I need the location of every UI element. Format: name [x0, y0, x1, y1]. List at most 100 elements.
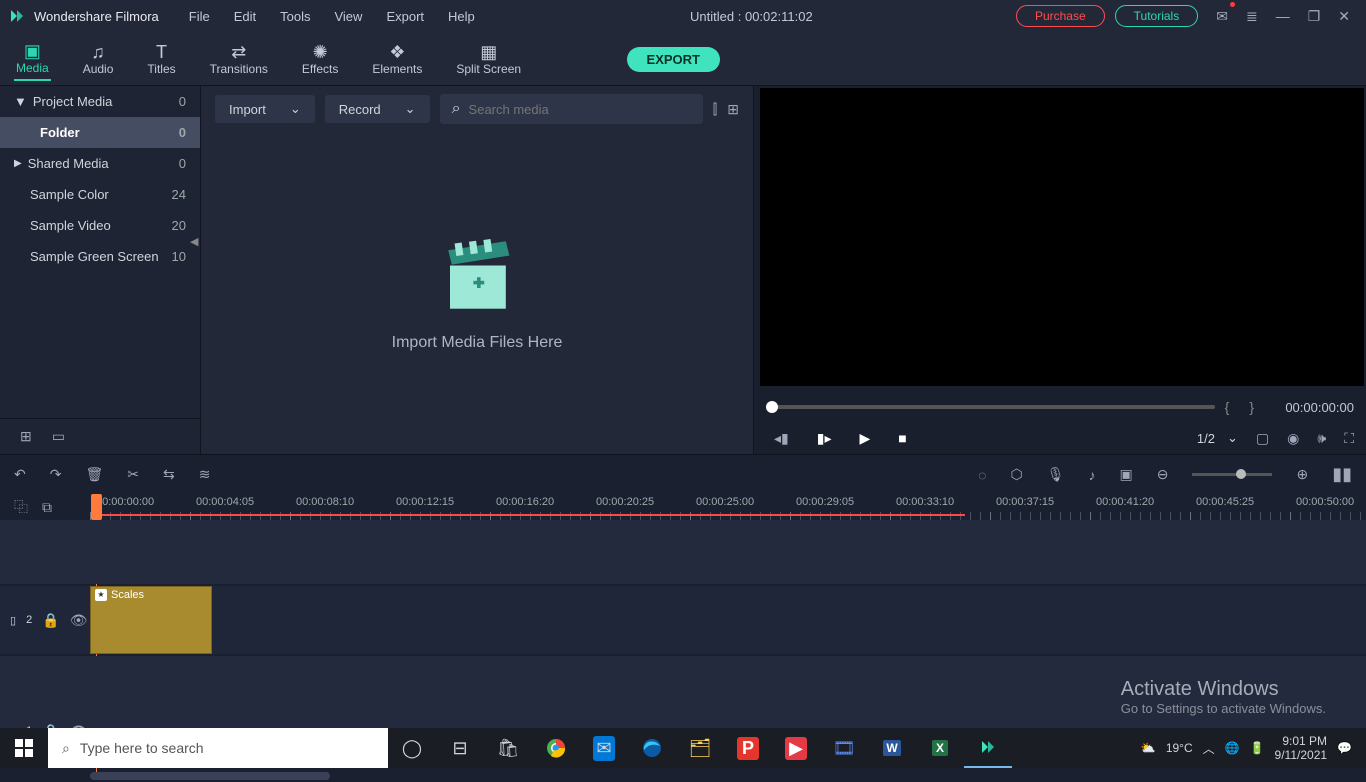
taskbar-excel-icon[interactable]: X	[916, 728, 964, 768]
taskbar-widgets-icon[interactable]: ⊟	[436, 728, 484, 768]
filter-icon[interactable]: ⫿	[713, 101, 717, 118]
export-button[interactable]: EXPORT	[627, 47, 720, 72]
video-track-2[interactable]: ▯2 🔒 👁 ★ Scales	[0, 586, 1366, 654]
split-button[interactable]: ✂	[127, 466, 139, 483]
close-button[interactable]: ✕	[1330, 4, 1358, 29]
crop-icon[interactable]: ▣	[1119, 466, 1132, 483]
fullscreen-icon[interactable]: ⛶	[1344, 430, 1354, 447]
sidebar-item-project-media[interactable]: ▼Project Media0	[0, 86, 200, 117]
notifications-icon[interactable]: 💬	[1337, 741, 1352, 755]
windows-taskbar: ⌕ Type here to search ◯ ⊟ 🛍 ✉ 🗂 P ▶ 🎞 W …	[0, 728, 1366, 768]
preview-scrubber[interactable]	[766, 405, 1215, 409]
zoom-in-icon[interactable]: ⊕	[1296, 466, 1308, 483]
sidebar-item-shared-media[interactable]: ▶Shared Media0	[0, 148, 200, 179]
tab-elements[interactable]: ❖Elements	[370, 39, 424, 80]
network-icon[interactable]: 🌐	[1225, 741, 1240, 755]
taskbar-search[interactable]: ⌕ Type here to search	[48, 728, 388, 768]
sidebar-item-sample-video[interactable]: Sample Video20	[0, 210, 200, 241]
tutorials-button[interactable]: Tutorials	[1115, 5, 1199, 27]
menu-tools[interactable]: Tools	[268, 5, 322, 28]
taskbar-app-p-icon[interactable]: P	[724, 728, 772, 768]
tab-effects[interactable]: ✺Effects	[300, 39, 340, 80]
search-media-field[interactable]: ⌕	[440, 94, 703, 124]
tab-titles[interactable]: TTitles	[145, 39, 177, 80]
weather-temp[interactable]: 19°C	[1166, 741, 1193, 755]
voiceover-icon[interactable]: 🎙	[1047, 466, 1065, 483]
maximize-button[interactable]: ❐	[1300, 4, 1329, 29]
tray-chevron-icon[interactable]: ︿	[1203, 740, 1215, 757]
marker-icon[interactable]: ⬡	[1010, 466, 1022, 483]
minimize-button[interactable]: —	[1268, 4, 1298, 29]
list-icon[interactable]: ≣	[1238, 4, 1266, 29]
media-drop-zone[interactable]: Import Media Files Here	[201, 132, 753, 454]
sidebar-item-folder[interactable]: Folder0	[0, 117, 200, 148]
track-options-icon[interactable]: ⿻	[14, 497, 28, 517]
timeline-settings-icon[interactable]: ▮▮	[1332, 464, 1352, 485]
app-logo	[8, 7, 26, 25]
sidebar-item-sample-color[interactable]: Sample Color24	[0, 179, 200, 210]
zoom-slider[interactable]	[1192, 473, 1272, 476]
messages-icon[interactable]: ✉	[1208, 4, 1236, 29]
preview-viewport[interactable]	[760, 88, 1364, 386]
stop-button[interactable]: ■	[898, 430, 906, 446]
new-folder-icon[interactable]: ⊞	[20, 428, 32, 445]
battery-icon[interactable]: 🔋	[1250, 741, 1265, 755]
taskbar-edge-icon[interactable]	[628, 728, 676, 768]
task-view-icon[interactable]: ◯	[388, 728, 436, 768]
volume-icon[interactable]: 🕪	[1317, 430, 1326, 447]
tab-media[interactable]: ▣Media	[14, 38, 51, 81]
lock-icon[interactable]: 🔒	[42, 612, 59, 629]
display-settings-icon[interactable]: ▢	[1256, 430, 1269, 447]
render-region-marker[interactable]	[95, 514, 965, 516]
menu-edit[interactable]: Edit	[222, 5, 268, 28]
link-icon[interactable]: ⧉	[42, 499, 52, 516]
audio-mixer-icon[interactable]: ♪	[1088, 467, 1095, 483]
redo-button[interactable]: ↷	[50, 466, 62, 483]
mark-out-button[interactable]: }	[1249, 399, 1254, 415]
tab-transitions[interactable]: ⇄Transitions	[208, 39, 270, 80]
menu-bar: File Edit Tools View Export Help	[177, 5, 487, 28]
play-forward-button[interactable]: ▮▸	[817, 430, 832, 447]
sidebar-item-sample-green-screen[interactable]: Sample Green Screen10	[0, 241, 200, 272]
weather-icon[interactable]: ⛅	[1141, 741, 1156, 755]
menu-view[interactable]: View	[322, 5, 374, 28]
menu-help[interactable]: Help	[436, 5, 487, 28]
step-back-button[interactable]: ◂▮	[774, 430, 789, 447]
eye-icon[interactable]: 👁	[70, 612, 88, 629]
taskbar-video-editor-icon[interactable]: 🎞	[820, 728, 868, 768]
import-dropdown[interactable]: Import⌄	[215, 95, 315, 123]
timeline-scrollbar[interactable]	[90, 772, 1366, 782]
timeline-clip-scales[interactable]: ★ Scales	[90, 586, 212, 654]
folder-options-icon[interactable]: ▭	[52, 428, 65, 445]
timeline-ruler[interactable]: 00:00:00:00 00:00:04:05 00:00:08:10 00:0…	[90, 494, 1366, 520]
edit-properties-icon[interactable]: ⇆	[163, 466, 175, 483]
taskbar-explorer-icon[interactable]: 🗂	[676, 728, 724, 768]
taskbar-filmora-icon[interactable]	[964, 728, 1012, 768]
collapse-handle-icon[interactable]: ◀	[190, 235, 198, 248]
record-dropdown[interactable]: Record⌄	[325, 95, 430, 123]
undo-button[interactable]: ↶	[14, 466, 26, 483]
tab-split-screen[interactable]: ▦Split Screen	[454, 39, 523, 80]
audio-waveform-icon[interactable]: ≋	[199, 466, 211, 483]
favorite-star-icon[interactable]: ★	[95, 589, 107, 601]
preview-quality-dropdown[interactable]: 1/2⌄	[1197, 430, 1238, 446]
system-clock[interactable]: 9:01 PM 9/11/2021	[1275, 734, 1328, 762]
grid-view-icon[interactable]: ⊞	[727, 101, 739, 118]
render-preview-icon[interactable]: ◌	[978, 467, 986, 483]
tab-audio[interactable]: ♫Audio	[81, 39, 116, 80]
taskbar-chrome-icon[interactable]	[532, 728, 580, 768]
snapshot-icon[interactable]: ◉	[1287, 430, 1299, 447]
search-input[interactable]	[469, 102, 691, 117]
menu-export[interactable]: Export	[374, 5, 436, 28]
menu-file[interactable]: File	[177, 5, 222, 28]
zoom-out-icon[interactable]: ⊖	[1157, 466, 1169, 483]
taskbar-store-icon[interactable]: 🛍	[484, 728, 532, 768]
mark-in-button[interactable]: {	[1225, 399, 1230, 415]
taskbar-word-icon[interactable]: W	[868, 728, 916, 768]
taskbar-mail-icon[interactable]: ✉	[580, 728, 628, 768]
delete-button[interactable]: 🗑	[85, 466, 103, 483]
start-button[interactable]	[0, 739, 48, 757]
taskbar-app-red-icon[interactable]: ▶	[772, 728, 820, 768]
play-button[interactable]: ▶	[859, 430, 870, 447]
purchase-button[interactable]: Purchase	[1016, 5, 1105, 27]
